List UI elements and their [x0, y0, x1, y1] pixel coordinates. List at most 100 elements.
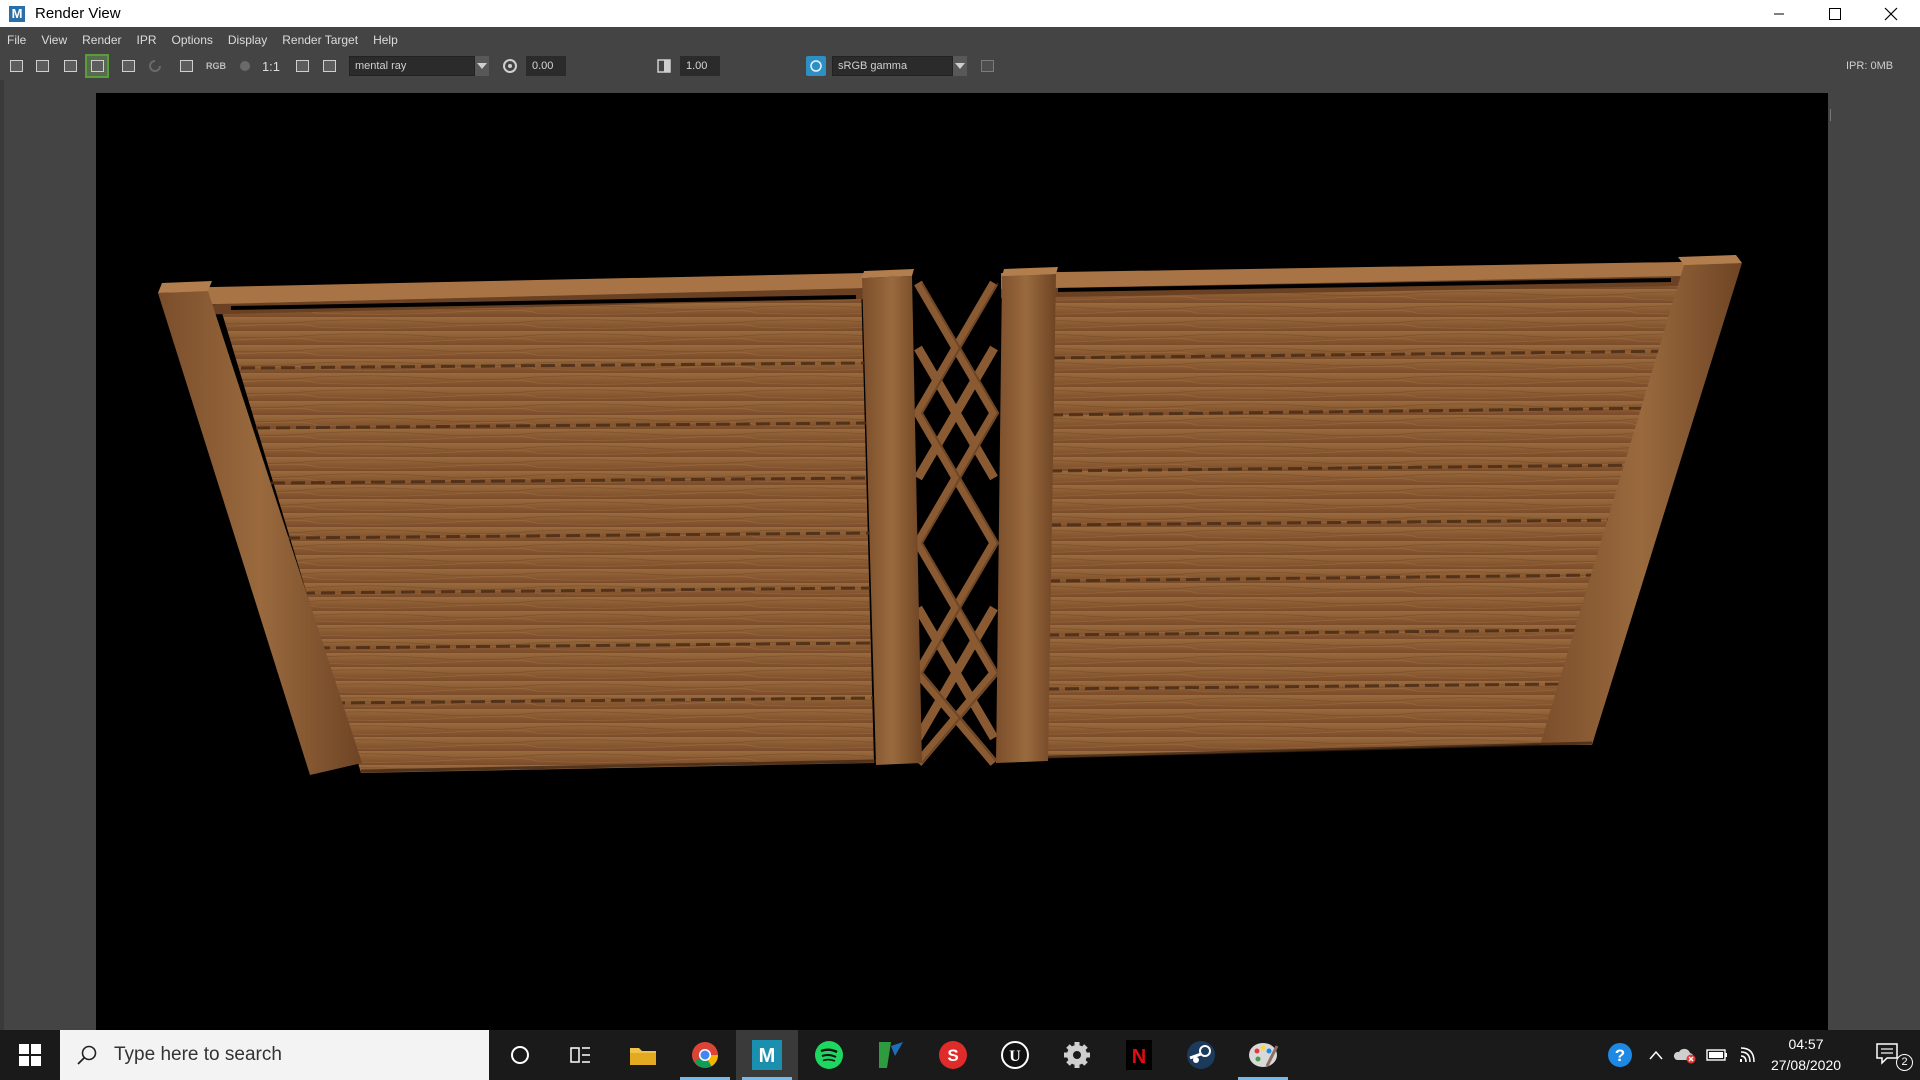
window-left-frame [0, 80, 4, 1030]
taskbar-substance-painter[interactable]: S [922, 1030, 984, 1080]
menu-render[interactable]: Render [82, 33, 121, 47]
maya-icon: M [752, 1040, 782, 1070]
svg-text:?: ? [1615, 1046, 1625, 1065]
substance-painter-icon: S [939, 1041, 967, 1069]
display-frame-buffer-button[interactable] [292, 56, 312, 76]
taskbar-file-explorer[interactable] [612, 1030, 674, 1080]
close-icon [1884, 7, 1898, 20]
ipr-icon [90, 60, 104, 72]
chevron-up-icon [1649, 1050, 1663, 1060]
renderer-dropdown-arrow[interactable] [475, 56, 489, 76]
ipr-render-button[interactable] [85, 54, 109, 78]
menu-render-target[interactable]: Render Target [282, 33, 358, 47]
redo-render-button[interactable] [6, 56, 26, 76]
snapshot-button[interactable] [60, 56, 80, 76]
real-size-button[interactable]: 1:1 [261, 56, 281, 76]
render-region-icon [35, 60, 49, 72]
remove-image-icon [322, 60, 336, 72]
cortana-button[interactable] [489, 1030, 551, 1080]
render-viewport[interactable] [96, 93, 1828, 1031]
keep-image-button[interactable] [176, 56, 196, 76]
title-bar: M Render View [0, 0, 1920, 27]
frame-buffer-icon [295, 60, 309, 72]
maximize-icon [1829, 7, 1841, 20]
rgb-channels-button[interactable]: RGB [206, 56, 226, 76]
color-management-toggle[interactable] [806, 56, 826, 76]
tray-show-hidden-icons[interactable] [1644, 1030, 1668, 1080]
krita-icon [879, 1042, 903, 1068]
taskbar-chrome[interactable] [674, 1030, 736, 1080]
help-icon: ? [1608, 1043, 1632, 1067]
alpha-channel-button[interactable] [235, 56, 255, 76]
task-view-icon [570, 1047, 590, 1063]
taskbar-unreal-engine[interactable]: U [984, 1030, 1046, 1080]
taskbar-spotify[interactable] [798, 1030, 860, 1080]
windows-logo-icon [19, 1044, 41, 1066]
menu-options[interactable]: Options [172, 33, 213, 47]
gamma-field[interactable]: 1.00 [680, 56, 720, 76]
render-region-button[interactable] [32, 56, 52, 76]
stop-render-button[interactable] [118, 56, 138, 76]
menu-file[interactable]: File [7, 33, 26, 47]
clapper-icon [9, 60, 23, 72]
menu-view[interactable]: View [41, 33, 67, 47]
exposure-reset-button[interactable] [500, 56, 520, 76]
gear-icon [1064, 1042, 1090, 1068]
taskbar-maya[interactable]: M [736, 1030, 798, 1080]
ratio-label: 1:1 [261, 58, 281, 74]
remove-image-button[interactable] [319, 56, 339, 76]
exposure-icon [503, 59, 517, 73]
toolbar-separator [1830, 109, 1831, 121]
menu-help[interactable]: Help [373, 33, 398, 47]
clock-time: 04:57 [1788, 1036, 1824, 1052]
taskbar-steam[interactable] [1170, 1030, 1232, 1080]
exposure-field[interactable]: 0.00 [526, 56, 566, 76]
maya-app-icon: M [9, 5, 25, 22]
gamma-reset-button[interactable] [654, 56, 674, 76]
start-button[interactable] [0, 1030, 60, 1080]
color-management-icon [810, 60, 822, 72]
notification-count-badge: 2 [1896, 1054, 1913, 1071]
stop-icon [121, 60, 135, 72]
keep-image-icon [179, 60, 193, 72]
camera-icon [63, 60, 77, 72]
spotify-icon [815, 1041, 843, 1069]
menu-ipr[interactable]: IPR [137, 33, 157, 47]
action-center-button[interactable]: 2 [1860, 1030, 1920, 1080]
svg-text:M: M [759, 1045, 776, 1067]
battery-icon [1706, 1049, 1727, 1061]
taskbar-paint[interactable] [1232, 1030, 1294, 1080]
view-transform-dropdown-arrow[interactable] [953, 56, 967, 76]
view-transform-dropdown[interactable]: sRGB gamma [832, 56, 953, 76]
taskbar-netflix[interactable]: N [1108, 1030, 1170, 1080]
export-icon [980, 60, 994, 72]
cortana-icon [511, 1046, 529, 1064]
alpha-icon [240, 61, 250, 71]
close-button[interactable] [1862, 0, 1920, 27]
maximize-button[interactable] [1806, 0, 1864, 27]
taskbar-settings[interactable] [1046, 1030, 1108, 1080]
search-icon [77, 1045, 97, 1065]
tray-onedrive[interactable] [1672, 1030, 1698, 1080]
refresh-icon [149, 60, 161, 72]
minimize-button[interactable] [1750, 0, 1808, 27]
export-image-button[interactable] [977, 56, 997, 76]
taskbar-search-box[interactable]: Type here to search [60, 1030, 489, 1080]
taskbar-clock[interactable]: 04:57 27/08/2020 [1760, 1034, 1852, 1076]
svg-text:S: S [947, 1046, 958, 1065]
svg-text:N: N [1132, 1046, 1146, 1068]
taskbar-krita[interactable] [860, 1030, 922, 1080]
gamma-icon [657, 59, 671, 73]
ipr-memory-readout: IPR: 0MB [1846, 60, 1894, 72]
renderer-dropdown[interactable]: mental ray [349, 56, 475, 76]
refresh-ipr-button[interactable] [145, 56, 165, 76]
tray-wifi[interactable] [1734, 1030, 1760, 1080]
cloud-error-icon [1673, 1048, 1696, 1064]
clock-date: 27/08/2020 [1770, 1057, 1842, 1073]
tray-battery[interactable] [1704, 1030, 1730, 1080]
rgb-label: RGB [206, 61, 226, 71]
minimize-icon [1774, 13, 1784, 14]
menu-display[interactable]: Display [228, 33, 267, 47]
tray-help[interactable]: ? [1604, 1030, 1636, 1080]
task-view-button[interactable] [549, 1030, 611, 1080]
